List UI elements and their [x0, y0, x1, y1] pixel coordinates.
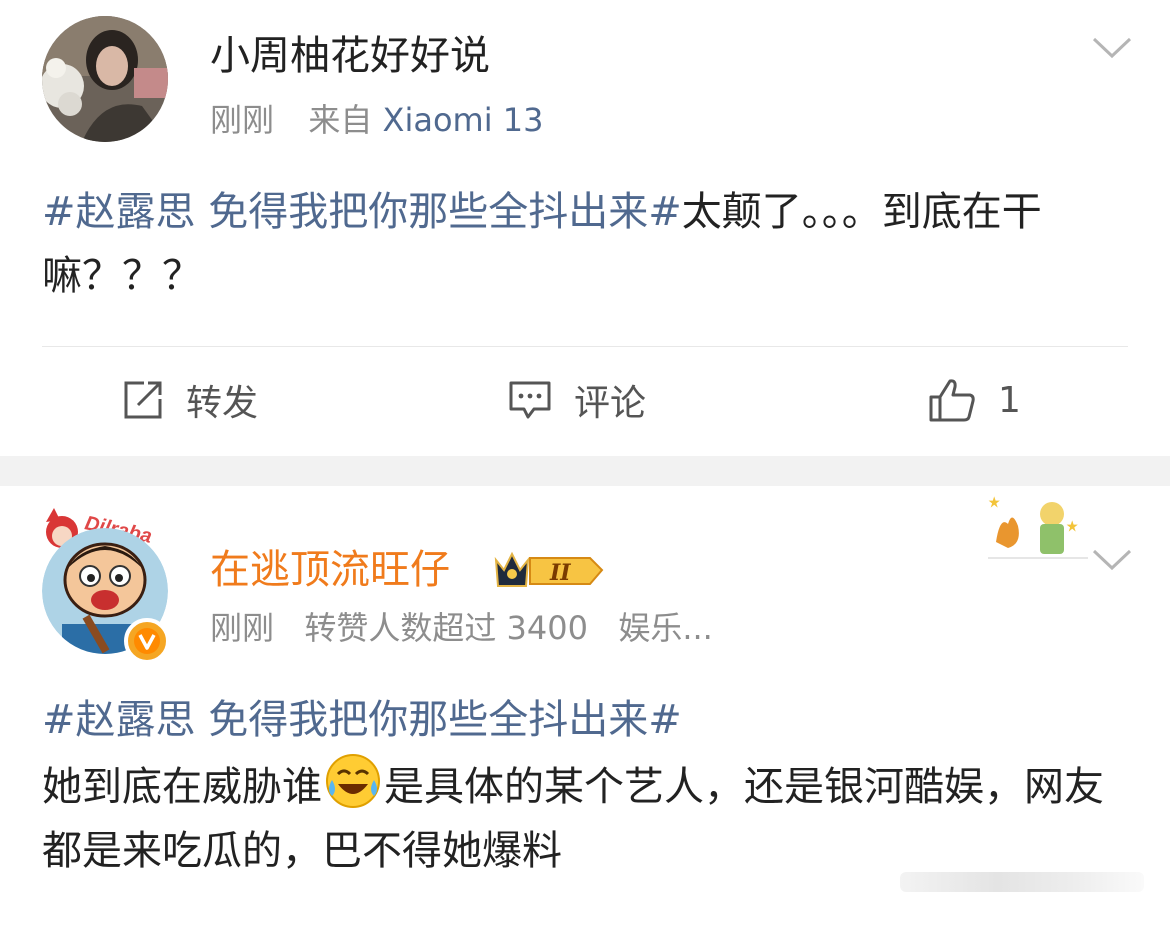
post-time: 刚刚 — [210, 101, 275, 139]
thumbs-up-icon — [929, 379, 975, 422]
chevron-down-icon[interactable] — [1092, 36, 1132, 60]
badge-level: II — [549, 560, 571, 586]
comment-label: 评论 — [574, 383, 647, 424]
comment-icon — [509, 381, 551, 419]
card-decoration — [988, 496, 1088, 559]
repost-icon — [124, 381, 162, 419]
source-prefix: 来自 — [308, 101, 373, 139]
watermark-overlay — [900, 872, 1144, 892]
like-count: 1 — [998, 379, 1021, 421]
post-text-part1: 她到底在威胁谁 — [42, 764, 322, 810]
chevron-down-icon[interactable] — [1092, 548, 1132, 572]
comment-button[interactable]: 评论 — [508, 372, 646, 428]
weibo-post-1: 小周柚花好好说 刚刚 来自 Xiaomi 13 #赵露思 免得我把你那些全抖出来… — [0, 0, 1170, 456]
membership-crown-icon[interactable]: II — [490, 548, 606, 592]
weibo-post-2: Dilraba 在逃顶流旺仔 II 刚 — [0, 486, 1170, 932]
username[interactable]: 在逃顶流旺仔 — [210, 546, 450, 594]
post-content: #赵露思 免得我把你那些全抖出来#太颠了。。。到底在干嘛？？？ — [42, 180, 1128, 308]
engagement-note: 转赞人数超过 3400 — [304, 609, 588, 647]
laugh-cry-emoji-icon — [326, 754, 380, 808]
post-meta: 刚刚 转赞人数超过 3400 娱乐... — [210, 608, 713, 648]
hashtag-link[interactable]: #赵露思 免得我把你那些全抖出来# — [42, 697, 682, 743]
repost-label: 转发 — [186, 383, 259, 424]
device-source[interactable]: Xiaomi 13 — [383, 101, 544, 139]
post-content: #赵露思 免得我把你那些全抖出来# 她到底在威胁谁 是具体的某个艺人，还是银河酷… — [42, 688, 1128, 883]
username[interactable]: 小周柚花好好说 — [210, 32, 490, 80]
divider — [42, 346, 1128, 347]
post-category: 娱乐... — [618, 609, 713, 647]
post-separator — [0, 456, 1170, 486]
post-meta: 刚刚 来自 Xiaomi 13 — [210, 100, 544, 140]
hashtag-link[interactable]: #赵露思 免得我把你那些全抖出来# — [42, 189, 682, 235]
verified-badge-icon — [124, 618, 170, 664]
like-button[interactable]: 1 — [928, 372, 1021, 428]
user-avatar[interactable] — [42, 16, 168, 142]
repost-button[interactable]: 转发 — [122, 372, 258, 428]
post-time: 刚刚 — [210, 609, 275, 647]
